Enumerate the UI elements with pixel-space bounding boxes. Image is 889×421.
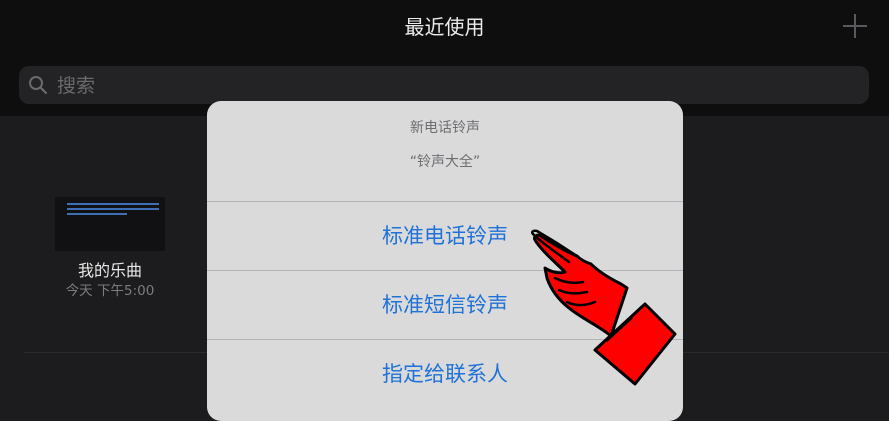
- search-input[interactable]: [55, 70, 839, 102]
- pointing-hand-icon: [530, 229, 677, 386]
- song-title: 我的乐曲: [77, 261, 142, 280]
- search-bar[interactable]: [19, 66, 869, 104]
- search-icon: [29, 76, 48, 95]
- song-thumbnail: [55, 197, 165, 251]
- action-sheet-title: 新电话铃声: [410, 120, 480, 136]
- action-sheet-subtitle: “铃声大全”: [409, 154, 481, 170]
- navigation-bar: 最近使用: [0, 0, 889, 116]
- plus-icon[interactable]: [843, 14, 867, 38]
- page-title: 最近使用: [404, 15, 485, 39]
- song-timestamp: 今天 下午5:00: [65, 283, 155, 299]
- song-item[interactable]: 我的乐曲 今天 下午5:00: [40, 197, 180, 307]
